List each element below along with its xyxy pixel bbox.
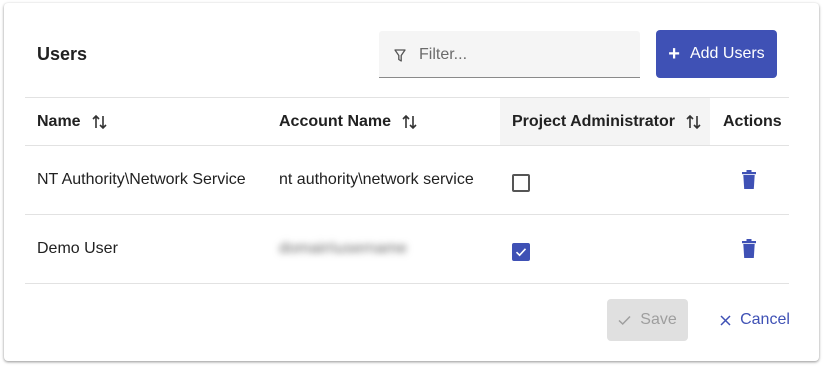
- column-label: Actions: [723, 112, 782, 130]
- column-header-account-name[interactable]: Account Name: [279, 98, 499, 145]
- add-users-button[interactable]: + Add Users: [656, 30, 777, 78]
- table-cell-name: NT Authority\Network Service: [37, 171, 246, 188]
- check-icon: [515, 248, 527, 257]
- sort-icon[interactable]: [685, 113, 703, 131]
- table-divider: [25, 283, 789, 284]
- project-admin-checkbox[interactable]: [512, 174, 530, 192]
- project-admin-checkbox[interactable]: [512, 243, 530, 261]
- trash-icon[interactable]: [741, 239, 757, 258]
- save-label: Save: [640, 311, 677, 328]
- plus-icon: +: [668, 43, 680, 65]
- table-cell-name: Demo User: [37, 240, 118, 257]
- sort-icon[interactable]: [401, 113, 419, 131]
- column-header-actions: Actions: [723, 98, 783, 145]
- column-header-project-administrator[interactable]: Project Administrator: [500, 98, 710, 145]
- column-label: Project Administrator: [512, 112, 675, 130]
- trash-icon[interactable]: [741, 170, 757, 189]
- column-label: Name: [37, 112, 81, 130]
- close-icon: [720, 314, 731, 326]
- sort-icon[interactable]: [91, 113, 109, 131]
- add-users-label: Add Users: [689, 45, 765, 62]
- filter-field[interactable]: [379, 31, 640, 78]
- save-button[interactable]: Save: [607, 299, 688, 341]
- table-cell-account-name: domain\username: [279, 240, 408, 257]
- check-icon: [618, 315, 631, 325]
- cancel-button[interactable]: Cancel: [710, 299, 800, 341]
- filter-input[interactable]: [419, 44, 619, 66]
- column-header-name[interactable]: Name: [25, 98, 265, 145]
- cancel-label: Cancel: [740, 311, 790, 328]
- users-card: Users + Add Users Name Account Name: [4, 3, 819, 361]
- column-label: Account Name: [279, 112, 392, 130]
- table-cell-account-name: nt authority\network service: [279, 171, 474, 188]
- page-title: Users: [37, 44, 88, 64]
- filter-icon: [394, 49, 406, 62]
